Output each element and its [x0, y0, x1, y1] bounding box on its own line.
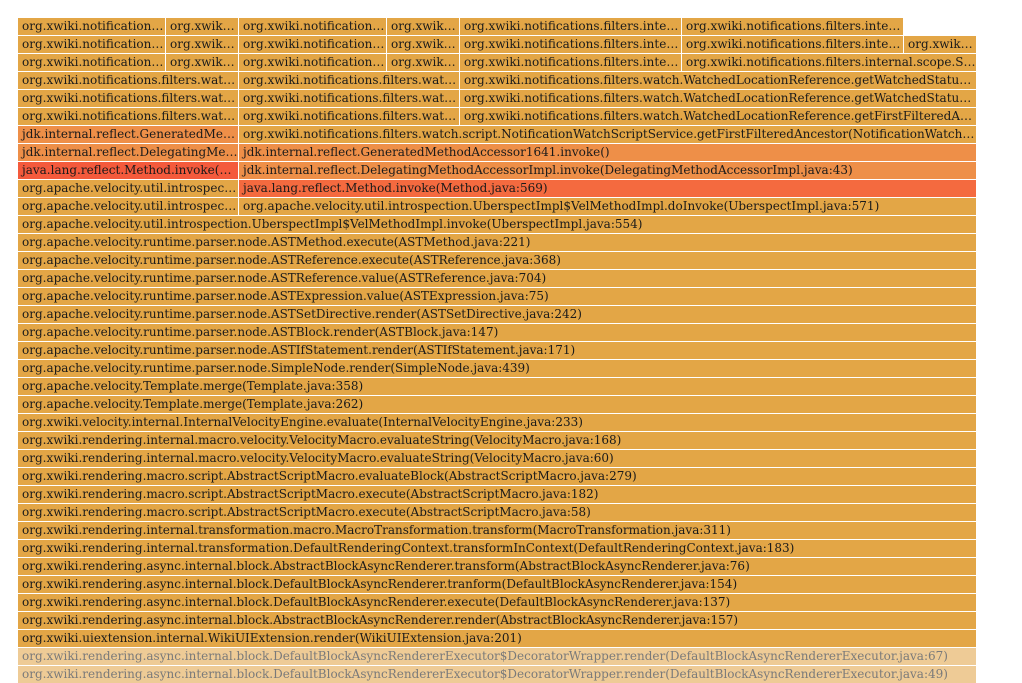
stack-frame[interactable]: org.apache.velocity.runtime.parser.node.…: [18, 324, 977, 341]
stack-frame[interactable]: org.xwiki.notifications.filters.watch.Wa…: [460, 108, 977, 125]
stack-frame[interactable]: org.apache.velocity.runtime.parser.node.…: [18, 360, 977, 377]
stack-frame[interactable]: org.xwiki.notifications.filters.watch.Wa…: [239, 108, 460, 125]
stack-frame[interactable]: jdk.internal.reflect.GeneratedMethodAcce…: [239, 144, 977, 161]
stack-frame[interactable]: org.xwiki.rendering.async.internal.block…: [18, 666, 977, 683]
stack-frame[interactable]: jdk.internal.reflect.DelegatingMethodAcc…: [18, 144, 239, 161]
stack-frame[interactable]: org.xwiki.notifications.filters...: [166, 18, 239, 35]
stack-frame[interactable]: org.xwiki.notifications.filters.watch.Wa…: [460, 72, 977, 89]
stack-frame[interactable]: org.xwiki.rendering.async.internal.block…: [18, 648, 977, 665]
stack-frame[interactable]: org.xwiki.notifications.filters.watch.in…: [239, 36, 387, 53]
stack-frame[interactable]: org.xwiki.notifications.filters...: [387, 36, 460, 53]
stack-frame[interactable]: org.xwiki.notifications.filters...: [387, 54, 460, 71]
stack-frame[interactable]: org.xwiki.notifications.filters.watch.Wa…: [18, 90, 239, 107]
stack-frame[interactable]: org.xwiki.rendering.macro.script.Abstrac…: [18, 504, 977, 521]
stack-frame[interactable]: org.xwiki.notifications.filters.internal…: [682, 54, 977, 71]
stack-frame[interactable]: org.xwiki.notifications.filters.watch.Wa…: [18, 72, 239, 89]
stack-frame[interactable]: org.apache.velocity.runtime.parser.node.…: [18, 252, 977, 269]
stack-frame[interactable]: org.xwiki.notifications.filters.watch.Wa…: [18, 108, 239, 125]
stack-frame[interactable]: org.xwiki.rendering.async.internal.block…: [18, 594, 977, 611]
stack-frame[interactable]: org.xwiki.notifications.filters.watch.in…: [239, 18, 387, 35]
stack-frame[interactable]: org.xwiki.rendering.async.internal.block…: [18, 558, 977, 575]
stack-frame[interactable]: org.apache.velocity.runtime.parser.node.…: [18, 234, 977, 251]
stack-frame[interactable]: org.apache.velocity.util.introspection.U…: [239, 198, 977, 215]
flame-graph: org.xwiki.notifications.filters.watch.in…: [0, 0, 1022, 683]
stack-frame[interactable]: org.xwiki.notifications.filters.watch.Wa…: [239, 90, 460, 107]
stack-frame[interactable]: org.xwiki.notifications.filters.internal…: [682, 18, 904, 35]
stack-frame[interactable]: org.apache.velocity.util.introspection.U…: [18, 198, 239, 215]
stack-frame[interactable]: java.lang.reflect.Method.invoke(Method.j…: [18, 162, 239, 179]
stack-frame[interactable]: org.xwiki.notifications.filters...: [387, 18, 460, 35]
stack-frame[interactable]: org.xwiki.rendering.internal.macro.veloc…: [18, 450, 977, 467]
stack-frame[interactable]: org.apache.velocity.runtime.parser.node.…: [18, 270, 977, 287]
stack-frame[interactable]: org.xwiki.notifications.filters.watch.Wa…: [239, 72, 460, 89]
stack-frame[interactable]: org.xwiki.rendering.internal.transformat…: [18, 540, 977, 557]
stack-frame[interactable]: org.xwiki.notifications.filters.watch.in…: [18, 18, 166, 35]
stack-frame[interactable]: org.apache.velocity.runtime.parser.node.…: [18, 288, 977, 305]
stack-frame[interactable]: org.xwiki.rendering.internal.transformat…: [18, 522, 977, 539]
stack-frame[interactable]: org.xwiki.notifications.filters.watch.in…: [239, 54, 387, 71]
stack-frame[interactable]: org.xwiki.notifications.filters.internal…: [682, 36, 904, 53]
stack-frame[interactable]: org.xwiki.velocity.internal.InternalVelo…: [18, 414, 977, 431]
stack-frame[interactable]: org.apache.velocity.runtime.parser.node.…: [18, 342, 977, 359]
stack-frame[interactable]: org.xwiki.notifications.filters.watch.in…: [18, 36, 166, 53]
stack-frame[interactable]: org.xwiki.uiextension.internal.WikiUIExt…: [18, 630, 977, 647]
stack-frame[interactable]: org.apache.velocity.Template.merge(Templ…: [18, 396, 977, 413]
stack-frame[interactable]: org.xwiki.notifications.filters.internal…: [460, 18, 682, 35]
stack-frame[interactable]: org.xwiki.rendering.async.internal.block…: [18, 612, 977, 629]
stack-frame[interactable]: org.xwiki.notifications.filters.internal…: [460, 36, 682, 53]
stack-frame[interactable]: org.xwiki.notifications...: [904, 36, 977, 53]
stack-frame[interactable]: org.xwiki.notifications.filters...: [166, 36, 239, 53]
stack-frame[interactable]: org.xwiki.rendering.async.internal.block…: [18, 576, 977, 593]
stack-frame[interactable]: org.xwiki.notifications.filters.watch.sc…: [239, 126, 977, 143]
stack-frame[interactable]: jdk.internal.reflect.GeneratedMethodAcce…: [18, 126, 239, 143]
stack-frame[interactable]: org.xwiki.notifications.filters.internal…: [460, 54, 682, 71]
stack-frame[interactable]: org.apache.velocity.util.introspection.U…: [18, 180, 239, 197]
stack-frame[interactable]: org.xwiki.rendering.macro.script.Abstrac…: [18, 468, 977, 485]
stack-frame[interactable]: org.xwiki.notifications.filters.watch.Wa…: [460, 90, 977, 107]
stack-frame[interactable]: org.apache.velocity.Template.merge(Templ…: [18, 378, 977, 395]
stack-frame[interactable]: org.xwiki.rendering.internal.macro.veloc…: [18, 432, 977, 449]
stack-frame[interactable]: org.apache.velocity.runtime.parser.node.…: [18, 306, 977, 323]
stack-frame[interactable]: jdk.internal.reflect.DelegatingMethodAcc…: [239, 162, 977, 179]
stack-frame[interactable]: org.xwiki.notifications.filters.watch.in…: [18, 54, 166, 71]
stack-frame[interactable]: java.lang.reflect.Method.invoke(Method.j…: [239, 180, 977, 197]
stack-frame[interactable]: org.xwiki.notifications.filters...: [166, 54, 239, 71]
stack-frame[interactable]: org.apache.velocity.util.introspection.U…: [18, 216, 977, 233]
stack-frame[interactable]: org.xwiki.rendering.macro.script.Abstrac…: [18, 486, 977, 503]
